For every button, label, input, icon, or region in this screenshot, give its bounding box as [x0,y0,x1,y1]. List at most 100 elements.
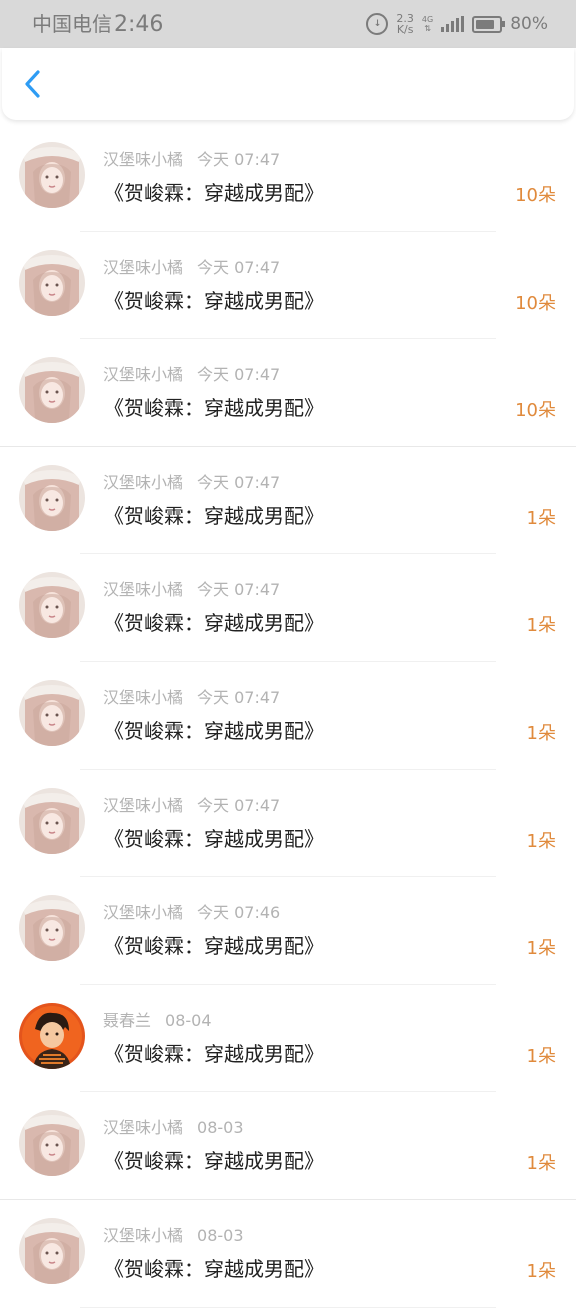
item-meta: 汉堡味小橘 今天 07:47 [103,254,280,278]
list-item[interactable]: 汉堡味小橘 今天 07:47 《贺峻霖：穿越成男配》 10朵 [0,232,576,340]
avatar[interactable] [19,1110,85,1177]
list-item[interactable]: 汉堡味小橘 今天 07:46 《贺峻霖：穿越成男配》 1朵 [0,877,576,985]
book-title[interactable]: 《贺峻霖：穿越成男配》 [104,1145,324,1174]
network-type-label: 4G [421,15,434,24]
item-meta: 汉堡味小橘 今天 07:47 [103,361,280,385]
book-title[interactable]: 《贺峻霖：穿越成男配》 [104,607,324,636]
timestamp: 今天 07:47 [197,257,281,277]
gift-count: 1朵 [526,830,556,852]
list-item[interactable]: 汉堡味小橘 今天 07:47 《贺峻霖：穿越成男配》 1朵 [0,447,576,555]
clock: 2:46 [114,12,164,37]
username[interactable]: 汉堡味小橘 [103,473,183,492]
gift-count: 1朵 [526,615,556,637]
username[interactable]: 汉堡味小橘 [103,1118,183,1137]
item-meta: 聂春兰 08-04 [103,1007,212,1031]
list-item[interactable]: 汉堡味小橘 今天 07:47 《贺峻霖：穿越成男配》 1朵 [0,554,576,662]
list-item[interactable]: 汉堡味小橘 08-03 《贺峻霖：穿越成男配》 1朵 [0,1092,576,1200]
data-saver-icon: ↓ [366,13,389,35]
book-title[interactable]: 《贺峻霖：穿越成男配》 [104,823,324,852]
timestamp: 今天 07:46 [197,903,281,923]
avatar[interactable] [19,1217,85,1284]
list-item[interactable]: 汉堡味小橘 今天 07:47 《贺峻霖：穿越成男配》 10朵 [0,124,576,232]
status-right: ↓ 2.3 K/s 4G ⇅ 80% [366,10,548,38]
list-item[interactable]: 汉堡味小橘 08-03 《贺峻霖：穿越成男配》 1朵 [0,1200,576,1308]
username[interactable]: 汉堡味小橘 [103,1226,183,1245]
avatar[interactable] [19,787,85,854]
avatar-image [19,249,85,316]
book-title[interactable]: 《贺峻霖：穿越成男配》 [104,715,324,744]
avatar-image [19,895,85,962]
timestamp: 08-03 [197,1225,244,1245]
avatar[interactable] [19,572,85,639]
back-button[interactable] [16,64,56,104]
timestamp: 08-04 [165,1010,212,1030]
signal-icon [441,16,465,32]
item-meta: 汉堡味小橘 今天 07:47 [103,469,280,493]
item-meta: 汉堡味小橘 08-03 [103,1222,244,1246]
item-meta: 汉堡味小橘 今天 07:47 [103,684,280,708]
avatar-image [19,357,85,424]
avatar-image [19,142,85,208]
username[interactable]: 聂春兰 [103,1011,151,1030]
battery-percent: 80% [510,14,548,34]
timestamp: 今天 07:47 [197,472,281,492]
gift-count: 10朵 [515,292,556,314]
avatar-image [19,679,85,746]
avatar-image [19,787,85,854]
avatar-image [19,572,85,639]
username[interactable]: 汉堡味小橘 [103,796,183,815]
username[interactable]: 汉堡味小橘 [103,688,183,707]
battery-icon [472,15,506,33]
avatar[interactable] [19,1002,85,1069]
gift-record-list: 汉堡味小橘 今天 07:47 《贺峻霖：穿越成男配》 10朵 汉堡味小橘 今天 07… [0,124,576,1308]
gift-count: 1朵 [526,1260,556,1282]
avatar[interactable] [19,357,85,424]
list-item[interactable]: 汉堡味小橘 今天 07:47 《贺峻霖：穿越成男配》 10朵 [0,339,576,447]
book-title[interactable]: 《贺峻霖：穿越成男配》 [104,177,324,206]
username[interactable]: 汉堡味小橘 [103,150,183,169]
gift-count: 1朵 [526,722,556,744]
header-bar [2,48,574,120]
avatar[interactable] [19,679,85,746]
gift-count: 1朵 [526,1045,556,1067]
book-title[interactable]: 《贺峻霖：穿越成男配》 [104,285,324,314]
username[interactable]: 汉堡味小橘 [103,365,183,384]
gift-count: 10朵 [515,400,556,422]
gift-count: 1朵 [526,938,556,960]
avatar[interactable] [19,142,85,208]
timestamp: 今天 07:47 [197,150,281,169]
avatar-image [19,464,85,531]
timestamp: 08-03 [197,1118,244,1138]
avatar[interactable] [19,249,85,316]
list-item[interactable]: 聂春兰 08-04 《贺峻霖：穿越成男配》 1朵 [0,985,576,1093]
item-meta: 汉堡味小橘 今天 07:46 [103,899,280,923]
list-item[interactable]: 汉堡味小橘 今天 07:47 《贺峻霖：穿越成男配》 1朵 [0,770,576,878]
book-title[interactable]: 《贺峻霖：穿越成男配》 [104,1038,324,1067]
book-title[interactable]: 《贺峻霖：穿越成男配》 [104,1253,324,1282]
list-item[interactable]: 汉堡味小橘 今天 07:47 《贺峻霖：穿越成男配》 1朵 [0,662,576,770]
carrier-label: 中国电信 [32,12,112,36]
avatar-image [19,1110,85,1177]
avatar[interactable] [19,464,85,531]
timestamp: 今天 07:47 [197,687,281,707]
divider [80,1306,496,1308]
status-left: 中国电信2:46 [32,10,163,39]
username[interactable]: 汉堡味小橘 [103,903,183,922]
item-meta: 汉堡味小橘 08-03 [103,1114,244,1138]
book-title[interactable]: 《贺峻霖：穿越成男配》 [104,392,324,421]
username[interactable]: 汉堡味小橘 [103,580,183,599]
network-speed: 2.3 K/s [396,13,414,35]
item-meta: 汉堡味小橘 今天 07:47 [103,146,280,170]
avatar[interactable] [19,895,85,962]
username[interactable]: 汉堡味小橘 [103,258,183,277]
timestamp: 今天 07:47 [197,795,281,815]
book-title[interactable]: 《贺峻霖：穿越成男配》 [104,930,324,959]
timestamp: 今天 07:47 [197,580,281,600]
avatar-image [19,1217,85,1284]
chevron-left-icon [25,70,40,98]
status-bar: 中国电信2:46 ↓ 2.3 K/s 4G ⇅ 80% [0,0,576,48]
speed-unit: K/s [396,23,414,36]
gift-count: 1朵 [526,507,556,529]
book-title[interactable]: 《贺峻霖：穿越成男配》 [104,500,324,529]
item-meta: 汉堡味小橘 今天 07:47 [103,576,280,600]
